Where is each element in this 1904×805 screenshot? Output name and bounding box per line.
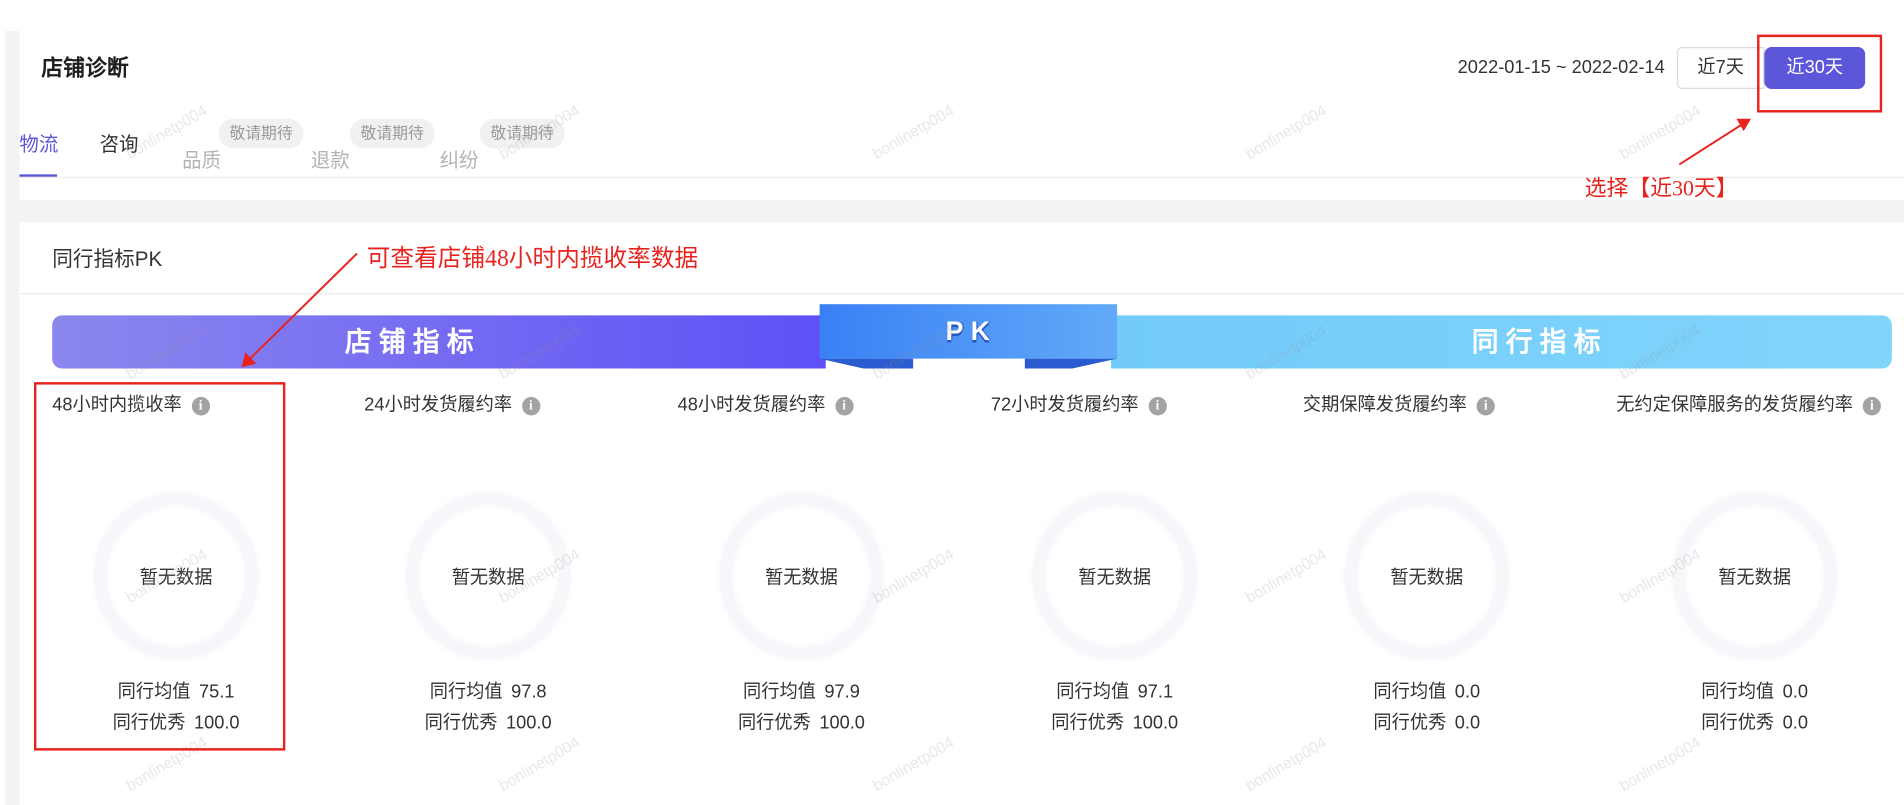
metric-header: 48小时发货履约率 xyxy=(678,393,854,418)
peer-best: 同行优秀 100.0 xyxy=(993,707,1236,738)
metric-stats: 同行均值 97.1 同行优秀 100.0 xyxy=(993,676,1236,738)
page-title: 店铺诊断 xyxy=(41,55,129,81)
coming-soon-badge: 敬请期待 xyxy=(218,118,304,149)
peer-average-value: 97.1 xyxy=(1137,681,1174,703)
peer-best-value: 0.0 xyxy=(1782,712,1808,734)
metric-stats: 同行均值 97.9 同行优秀 100.0 xyxy=(680,676,923,738)
tab-dispute: 纠纷 xyxy=(439,150,479,172)
metric-ring: 暂无数据 xyxy=(1034,494,1195,658)
metric-header: 无约定保障服务的发货履约率 xyxy=(1616,393,1881,418)
metric-card: 无约定保障服务的发货履约率 暂无数据 同行均值 0.0 同行优秀 0.0 xyxy=(1616,223,1903,805)
metric-card: 72小时发货履约率 暂无数据 同行均值 97.1 同行优秀 100.0 xyxy=(991,223,1278,805)
tab-logistics[interactable]: 物流 xyxy=(19,132,58,159)
metric-header: 交期保障发货履约率 xyxy=(1303,393,1495,418)
range-7-days-button[interactable]: 近7天 xyxy=(1676,46,1765,90)
metric-stats: 同行均值 0.0 同行优秀 0.0 xyxy=(1305,676,1548,738)
peer-average-label: 同行均值 xyxy=(1373,681,1447,703)
info-icon[interactable] xyxy=(1862,396,1881,415)
metric-title: 72小时发货履约率 xyxy=(990,394,1139,416)
peer-best-label: 同行优秀 xyxy=(737,712,811,734)
metric-header: 72小时发货履约率 xyxy=(991,393,1167,418)
coming-soon-badge: 敬请期待 xyxy=(479,118,565,149)
peer-average-value: 0.0 xyxy=(1454,681,1481,703)
peer-best: 同行优秀 0.0 xyxy=(1305,707,1548,738)
tab-quality: 品质 xyxy=(182,150,222,172)
peer-best-label: 同行优秀 xyxy=(1701,712,1775,734)
info-icon[interactable] xyxy=(1476,396,1495,415)
peer-best: 同行优秀 100.0 xyxy=(680,707,923,738)
annotation-highlight-range-button xyxy=(1757,34,1883,113)
no-data-label: 暂无数据 xyxy=(1078,566,1152,588)
peer-best-value: 0.0 xyxy=(1454,712,1481,734)
no-data-label: 暂无数据 xyxy=(1390,566,1464,588)
metric-card: 48小时发货履约率 暂无数据 同行均值 97.9 同行优秀 100.0 xyxy=(678,223,965,805)
metric-card: 交期保障发货履约率 暂无数据 同行均值 0.0 同行优秀 0.0 xyxy=(1303,223,1590,805)
metric-ring: 暂无数据 xyxy=(721,494,882,658)
no-data-label: 暂无数据 xyxy=(764,566,838,588)
peer-average: 同行均值 0.0 xyxy=(1633,676,1876,707)
peer-average: 同行均值 97.1 xyxy=(993,676,1236,707)
tab-consultation[interactable]: 咨询 xyxy=(100,132,139,159)
peer-average-value: 0.0 xyxy=(1782,681,1808,703)
coming-soon-badge: 敬请期待 xyxy=(349,118,435,149)
peer-average-value: 97.9 xyxy=(824,681,860,703)
peer-pk-card: 同行指标PK 店铺指标 PK 同行指标 48小时内揽收率 暂无数据 xyxy=(19,222,1904,805)
metric-stats: 同行均值 0.0 同行优秀 0.0 xyxy=(1633,676,1876,738)
info-icon[interactable] xyxy=(835,396,854,415)
metric-ring: 暂无数据 xyxy=(1346,494,1507,658)
peer-best-value: 100.0 xyxy=(819,712,865,734)
metric-title: 48小时发货履约率 xyxy=(677,394,826,416)
peer-average-label: 同行均值 xyxy=(1056,681,1130,703)
annotation-highlight-metric xyxy=(34,382,286,751)
metric-title: 无约定保障服务的发货履约率 xyxy=(1616,394,1854,416)
peer-average: 同行均值 0.0 xyxy=(1305,676,1548,707)
peer-best-value: 100.0 xyxy=(1132,712,1179,734)
peer-best: 同行优秀 0.0 xyxy=(1633,707,1876,738)
peer-best-label: 同行优秀 xyxy=(1373,712,1447,734)
page-canvas: 店铺诊断 2022-01-15 ~ 2022-02-14 近7天 近30天 物流… xyxy=(0,0,1904,805)
info-icon[interactable] xyxy=(1148,396,1167,415)
metric-title: 交期保障发货履约率 xyxy=(1302,394,1467,416)
peer-average-label: 同行均值 xyxy=(1701,681,1775,703)
annotation-metric-note: 可查看店铺48小时内揽收率数据 xyxy=(366,246,699,273)
peer-best-label: 同行优秀 xyxy=(1051,712,1125,734)
tab-refund: 退款 xyxy=(310,150,350,172)
no-data-label: 暂无数据 xyxy=(1718,566,1792,588)
metric-ring: 暂无数据 xyxy=(1674,494,1835,658)
annotation-select-range-note: 选择【近30天】 xyxy=(1584,175,1738,201)
peer-average: 同行均值 97.9 xyxy=(680,676,923,707)
date-range: 2022-01-15 ~ 2022-02-14 xyxy=(1457,56,1665,78)
peer-average-label: 同行均值 xyxy=(743,681,816,703)
